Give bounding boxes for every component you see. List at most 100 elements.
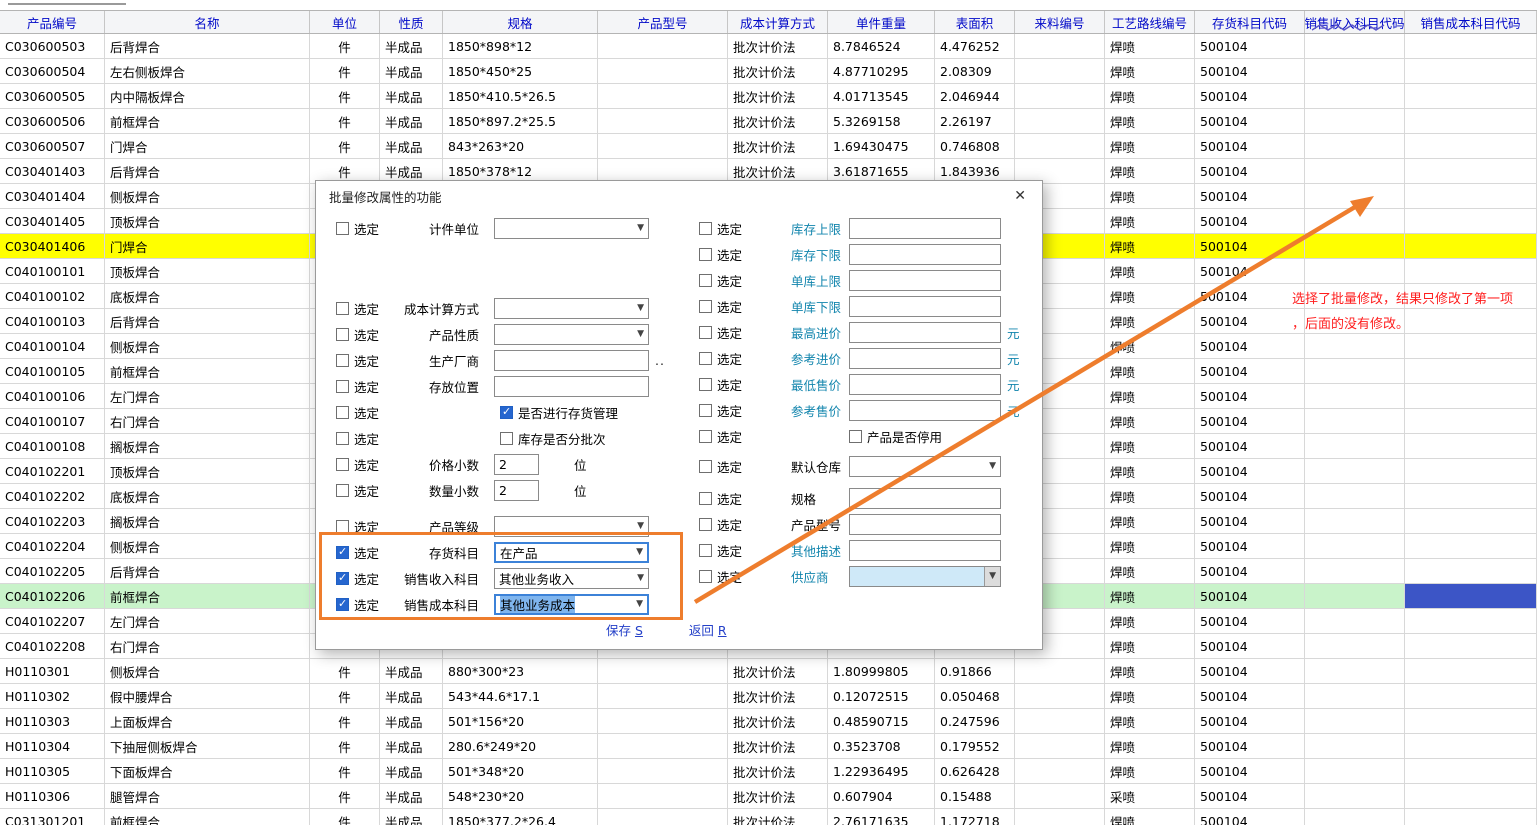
- table-cell[interactable]: 500104: [1195, 84, 1305, 109]
- table-cell[interactable]: 半成品: [380, 34, 443, 59]
- field-select[interactable]: ▼: [494, 218, 649, 239]
- table-cell[interactable]: H0110305: [0, 759, 105, 784]
- table-cell[interactable]: 腿管焊合: [105, 784, 310, 809]
- table-cell[interactable]: [1405, 784, 1537, 809]
- field-select[interactable]: ▼: [494, 324, 649, 345]
- table-cell[interactable]: 顶板焊合: [105, 259, 310, 284]
- field-input[interactable]: [849, 488, 1001, 509]
- select-checkbox[interactable]: [699, 570, 712, 583]
- table-cell[interactable]: 焊喷: [1105, 584, 1195, 609]
- table-cell[interactable]: [1405, 709, 1537, 734]
- table-cell[interactable]: C040100105: [0, 359, 105, 384]
- table-cell[interactable]: 半成品: [380, 709, 443, 734]
- table-cell[interactable]: 4.476252: [935, 34, 1015, 59]
- field-input[interactable]: [849, 218, 1001, 239]
- table-cell[interactable]: 500104: [1195, 184, 1305, 209]
- select-toggle[interactable]: 选定: [699, 219, 754, 238]
- table-cell[interactable]: [1305, 509, 1405, 534]
- table-cell[interactable]: 件: [310, 784, 380, 809]
- table-cell[interactable]: 右门焊合: [105, 634, 310, 659]
- table-cell[interactable]: 后背焊合: [105, 34, 310, 59]
- table-cell[interactable]: 焊喷: [1105, 84, 1195, 109]
- table-cell[interactable]: [1405, 559, 1537, 584]
- table-cell[interactable]: 843*263*20: [443, 134, 598, 159]
- table-cell[interactable]: 500104: [1195, 159, 1305, 184]
- select-toggle[interactable]: 选定: [699, 401, 754, 420]
- table-cell[interactable]: 半成品: [380, 659, 443, 684]
- table-cell[interactable]: 焊喷: [1105, 409, 1195, 434]
- table-cell[interactable]: 件: [310, 134, 380, 159]
- table-cell[interactable]: [1305, 409, 1405, 434]
- select-toggle[interactable]: 选定: [336, 429, 391, 448]
- field-checkbox-group[interactable]: 是否进行存货管理: [500, 403, 618, 422]
- table-cell[interactable]: 侧板焊合: [105, 334, 310, 359]
- table-cell[interactable]: [1305, 234, 1405, 259]
- back-button[interactable]: 返回 R: [689, 620, 727, 639]
- table-cell[interactable]: [1405, 134, 1537, 159]
- table-cell[interactable]: 焊喷: [1105, 709, 1195, 734]
- table-cell[interactable]: 0.050468: [935, 684, 1015, 709]
- select-checkbox[interactable]: [336, 302, 349, 315]
- table-cell[interactable]: 0.3523708: [828, 734, 935, 759]
- table-cell[interactable]: 2.76171635: [828, 809, 935, 825]
- table-cell[interactable]: 500104: [1195, 334, 1305, 359]
- table-cell[interactable]: [1305, 359, 1405, 384]
- table-cell[interactable]: [1405, 684, 1537, 709]
- table-cell[interactable]: [1015, 784, 1105, 809]
- table-cell[interactable]: 500104: [1195, 309, 1305, 334]
- table-cell[interactable]: [1405, 359, 1537, 384]
- table-cell[interactable]: 半成品: [380, 134, 443, 159]
- table-cell[interactable]: 焊喷: [1105, 559, 1195, 584]
- table-cell[interactable]: C030401403: [0, 159, 105, 184]
- select-checkbox[interactable]: [336, 458, 349, 471]
- select-checkbox[interactable]: [336, 222, 349, 235]
- table-row[interactable]: H0110301侧板焊合件半成品880*300*23批次计价法1.8099980…: [0, 659, 1537, 684]
- table-cell[interactable]: 批次计价法: [728, 59, 828, 84]
- select-toggle[interactable]: 选定: [699, 297, 754, 316]
- table-cell[interactable]: 门焊合: [105, 134, 310, 159]
- table-cell[interactable]: [1405, 334, 1537, 359]
- table-cell[interactable]: 500104: [1195, 134, 1305, 159]
- table-cell[interactable]: 焊喷: [1105, 459, 1195, 484]
- table-cell[interactable]: [1015, 734, 1105, 759]
- select-checkbox[interactable]: [699, 492, 712, 505]
- field-checkbox[interactable]: [849, 430, 862, 443]
- field-checkbox-group[interactable]: 产品是否停用: [849, 427, 942, 446]
- table-cell[interactable]: 后背焊合: [105, 159, 310, 184]
- table-cell[interactable]: [1405, 609, 1537, 634]
- table-cell[interactable]: C040102204: [0, 534, 105, 559]
- table-cell[interactable]: 前框焊合: [105, 109, 310, 134]
- table-cell[interactable]: 0.91866: [935, 659, 1015, 684]
- table-cell[interactable]: C040102201: [0, 459, 105, 484]
- table-cell[interactable]: [1405, 659, 1537, 684]
- table-cell[interactable]: 半成品: [380, 84, 443, 109]
- table-cell[interactable]: 件: [310, 659, 380, 684]
- selected-cell[interactable]: [1405, 584, 1537, 609]
- field-checkbox-group[interactable]: 库存是否分批次: [500, 429, 606, 448]
- table-cell[interactable]: [1405, 459, 1537, 484]
- select-toggle[interactable]: 选定: [699, 271, 754, 290]
- chevron-down-icon[interactable]: ▼: [984, 567, 1000, 586]
- field-input[interactable]: [849, 244, 1001, 265]
- select-toggle[interactable]: 选定: [699, 541, 754, 560]
- table-cell[interactable]: 0.179552: [935, 734, 1015, 759]
- table-cell[interactable]: 500104: [1195, 284, 1305, 309]
- table-cell[interactable]: [598, 684, 728, 709]
- select-checkbox[interactable]: [336, 572, 349, 585]
- select-toggle[interactable]: 选定: [699, 515, 754, 534]
- table-cell[interactable]: 0.12072515: [828, 684, 935, 709]
- table-cell[interactable]: 搁板焊合: [105, 509, 310, 534]
- table-cell[interactable]: 0.48590715: [828, 709, 935, 734]
- table-cell[interactable]: C030600505: [0, 84, 105, 109]
- column-header[interactable]: 销售收入科目代码: [1305, 11, 1405, 33]
- table-cell[interactable]: 1850*450*25: [443, 59, 598, 84]
- table-cell[interactable]: 500104: [1195, 259, 1305, 284]
- table-row[interactable]: H0110304下抽屉侧板焊合件半成品280.6*249*20批次计价法0.35…: [0, 734, 1537, 759]
- table-cell[interactable]: 上面板焊合: [105, 709, 310, 734]
- table-cell[interactable]: [1015, 109, 1105, 134]
- chevron-down-icon[interactable]: ▼: [985, 457, 1000, 476]
- table-cell[interactable]: [598, 34, 728, 59]
- table-row[interactable]: H0110303上面板焊合件半成品501*156*20批次计价法0.485907…: [0, 709, 1537, 734]
- table-cell[interactable]: 500104: [1195, 359, 1305, 384]
- table-cell[interactable]: [598, 659, 728, 684]
